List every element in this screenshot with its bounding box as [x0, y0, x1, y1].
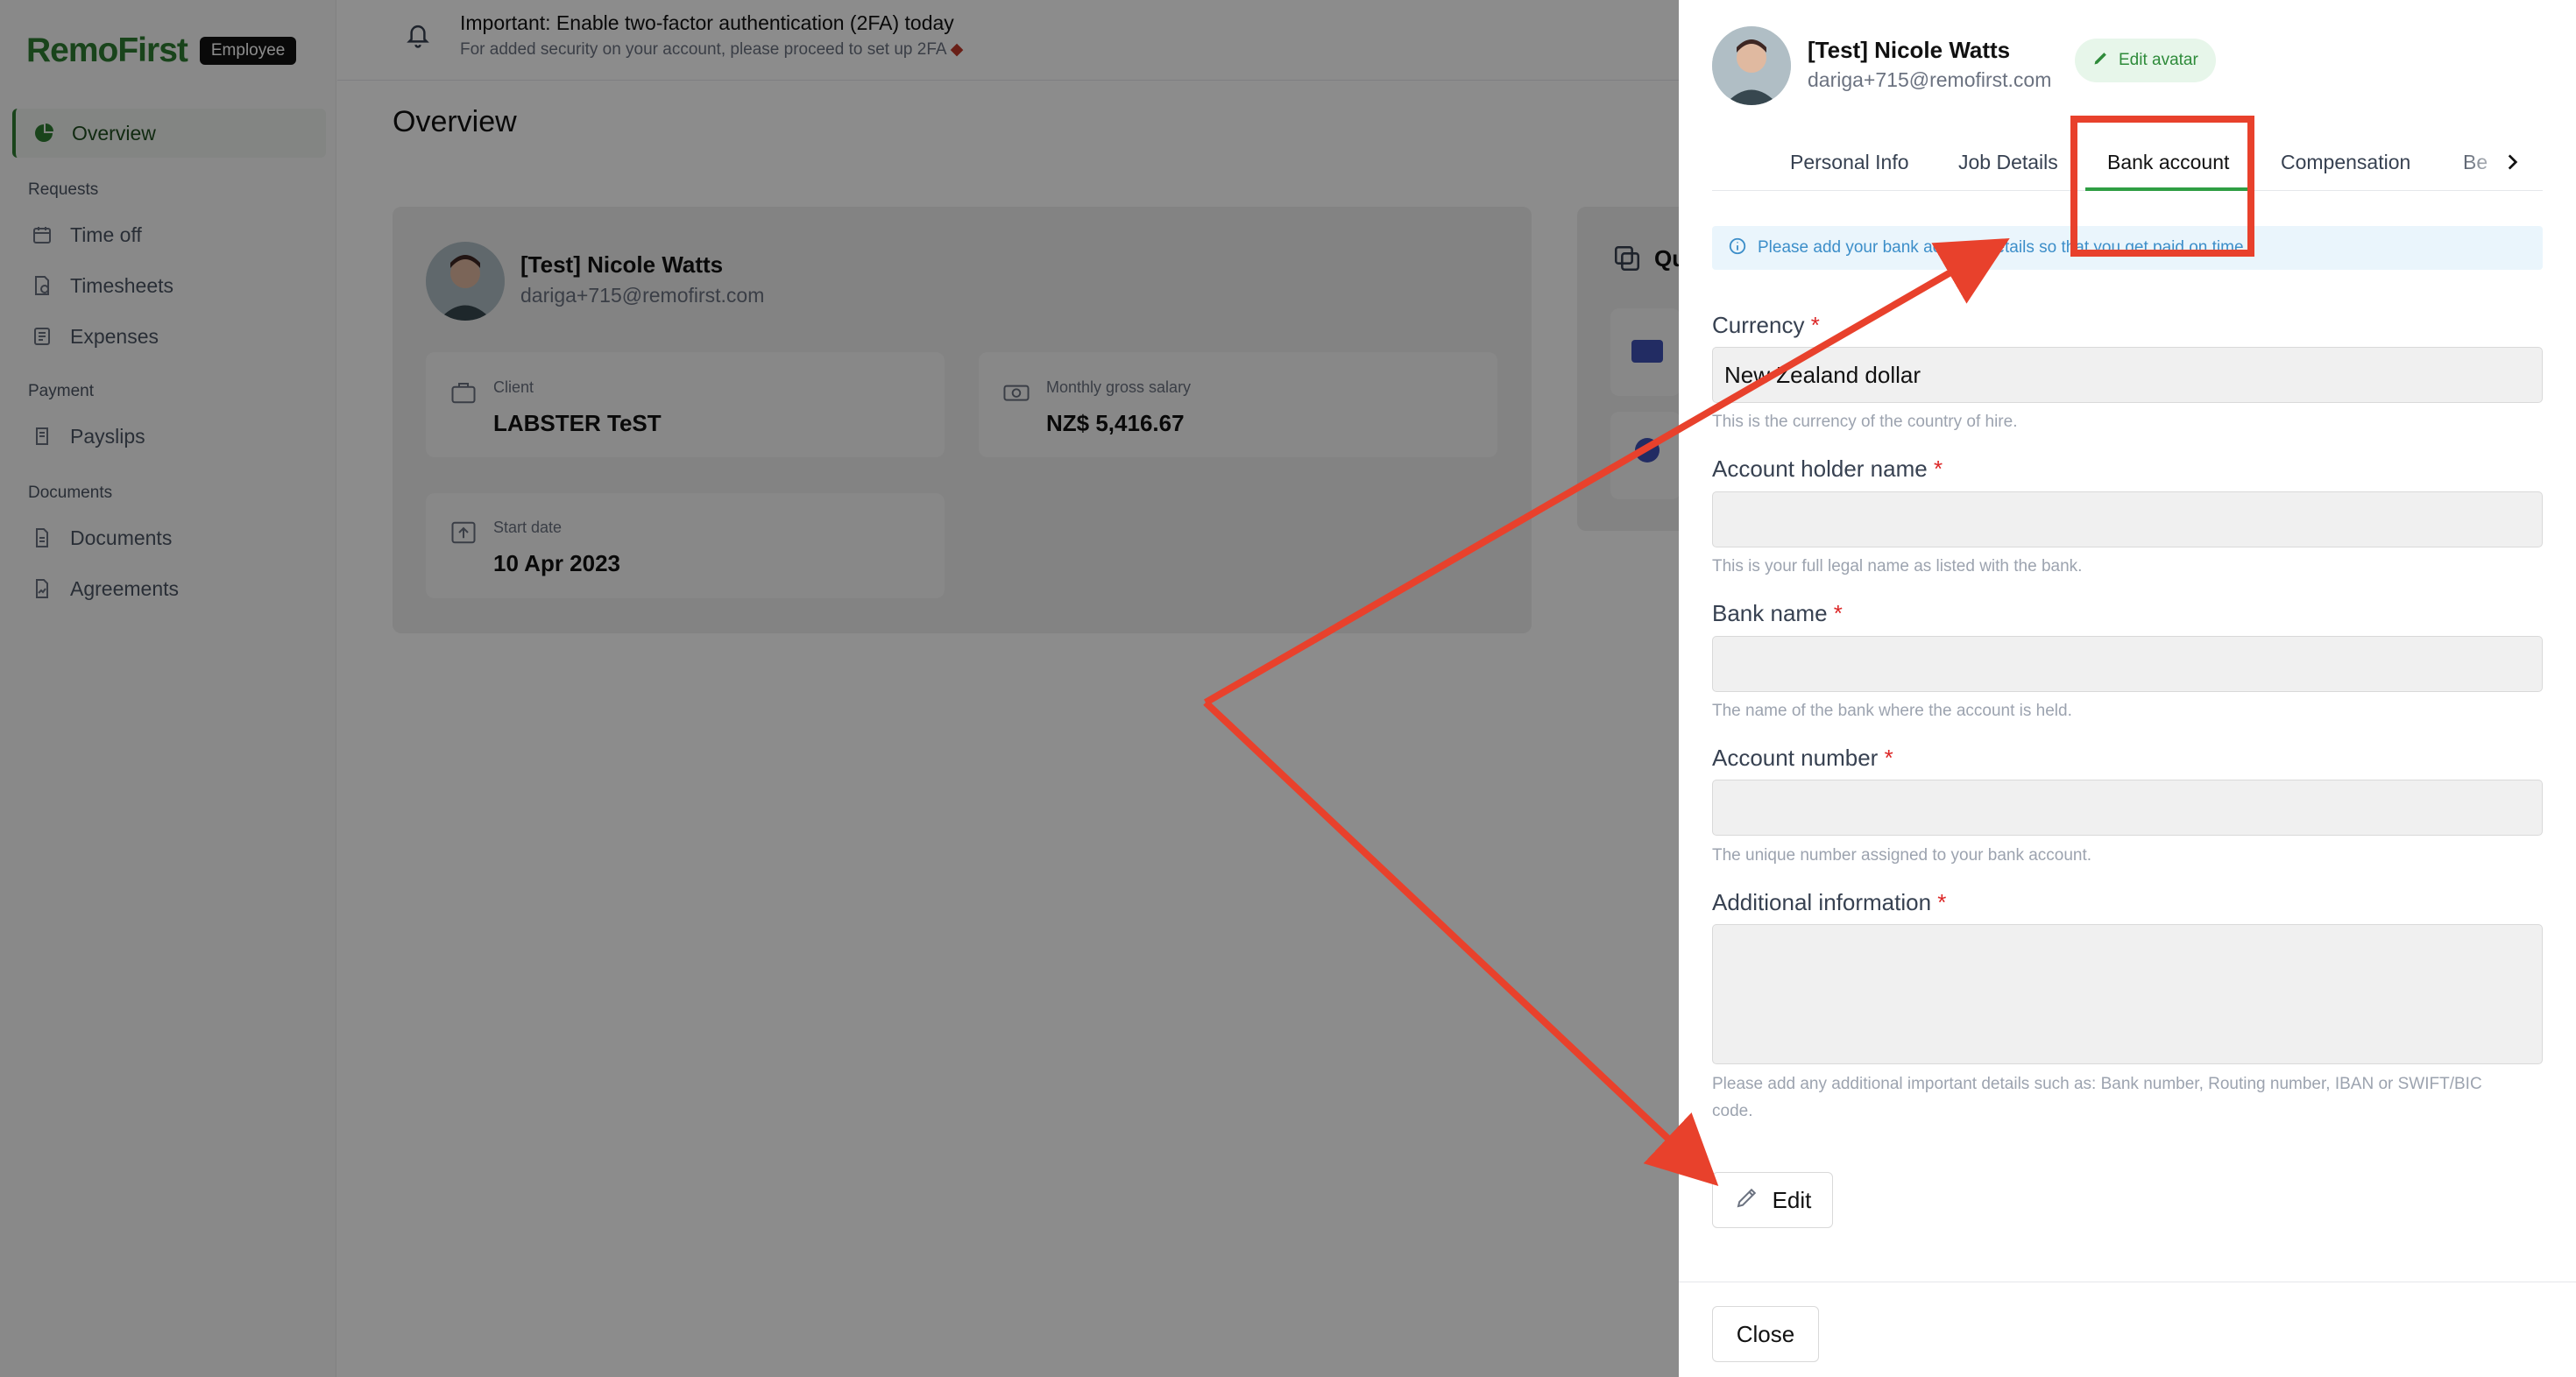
drawer-avatar	[1712, 26, 1791, 105]
tab-personal-info[interactable]: Personal Info	[1790, 151, 1909, 174]
edit-button-label: Edit	[1772, 1186, 1812, 1213]
info-icon	[1728, 237, 1747, 260]
edit-avatar-label: Edit avatar	[2119, 51, 2198, 69]
bank-name-label: Bank name *	[1712, 600, 1843, 627]
close-button[interactable]: Close	[1712, 1306, 1819, 1362]
info-alert-text: Please add your bank account details so …	[1758, 238, 2248, 257]
currency-help: This is the currency of the country of h…	[1712, 413, 2018, 431]
tab-job-details[interactable]: Job Details	[1958, 151, 2058, 174]
required-mark: *	[1810, 312, 1820, 338]
drawer-email: dariga+715@remofirst.com	[1808, 68, 2052, 91]
tab-compensation[interactable]: Compensation	[2281, 151, 2410, 174]
bank-name-label-text: Bank name	[1712, 600, 1828, 626]
edit-avatar-button[interactable]: Edit avatar	[2075, 39, 2216, 82]
bank-name-help: The name of the bank where the account i…	[1712, 702, 2072, 720]
currency-label: Currency *	[1712, 312, 1820, 339]
account-number-label-text: Account number	[1712, 745, 1879, 771]
currency-label-text: Currency	[1712, 312, 1805, 338]
required-mark: *	[1937, 889, 1947, 915]
bank-name-field[interactable]	[1712, 636, 2543, 692]
active-tab-indicator	[2085, 187, 2248, 191]
additional-info-textarea[interactable]	[1712, 924, 2543, 1064]
edit-button[interactable]: Edit	[1712, 1172, 1833, 1228]
account-holder-field[interactable]	[1712, 491, 2543, 547]
tab-bank-account[interactable]: Bank account	[2107, 151, 2229, 174]
account-number-label: Account number *	[1712, 745, 1893, 772]
additional-info-help: Please add any additional important deta…	[1712, 1075, 2482, 1120]
pencil-icon	[2092, 49, 2110, 72]
required-mark: *	[1933, 455, 1943, 482]
chevron-right-icon[interactable]	[2501, 149, 2523, 182]
pencil-icon	[1734, 1184, 1760, 1217]
drawer-name: [Test] Nicole Watts	[1808, 37, 2011, 63]
account-holder-label-text: Account holder name	[1712, 455, 1928, 482]
additional-info-label: Additional information *	[1712, 889, 1946, 916]
info-alert: Please add your bank account details so …	[1712, 226, 2543, 270]
required-mark: *	[1884, 745, 1893, 771]
account-holder-help: This is your full legal name as listed w…	[1712, 557, 2083, 576]
account-number-field[interactable]	[1712, 780, 2543, 836]
modal-backdrop[interactable]	[0, 0, 1679, 1377]
required-mark: *	[1833, 600, 1843, 626]
account-holder-label: Account holder name *	[1712, 455, 1943, 483]
currency-field[interactable]: New Zealand dollar	[1712, 347, 2543, 403]
account-number-help: The unique number assigned to your bank …	[1712, 846, 2092, 865]
additional-info-label-text: Additional information	[1712, 889, 1932, 915]
